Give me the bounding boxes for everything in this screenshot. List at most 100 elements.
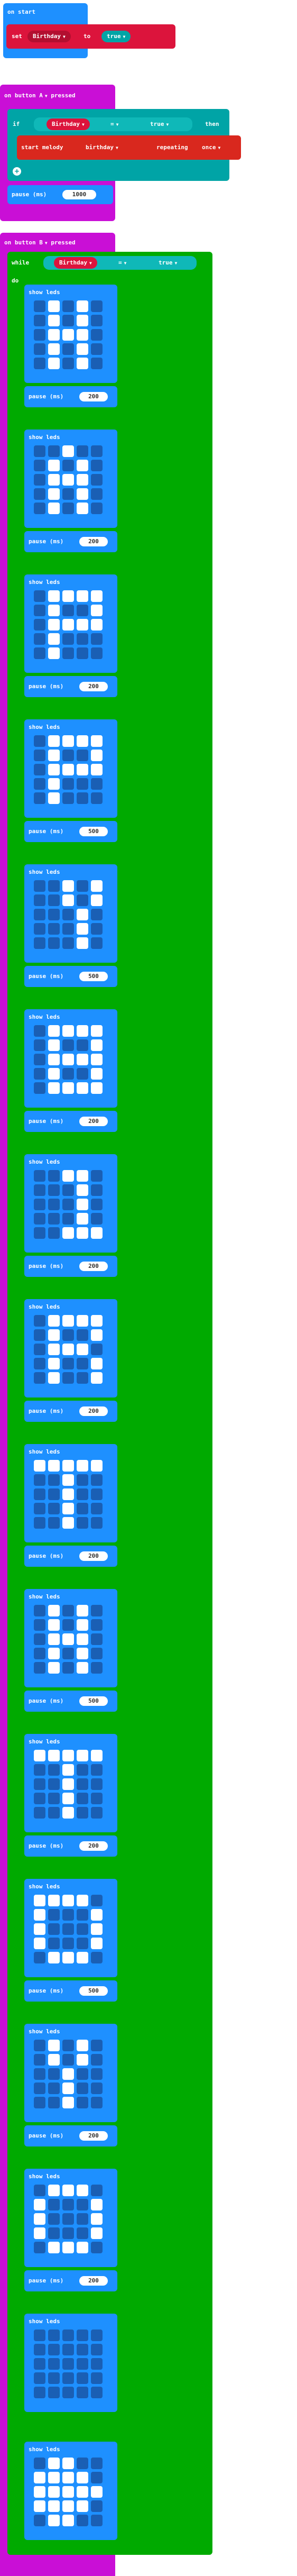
- led-0-1[interactable]: [48, 1025, 60, 1037]
- led-2-0[interactable]: [34, 2358, 45, 2370]
- variable-dropdown[interactable]: Birthday ▼: [47, 118, 90, 130]
- led-2-2[interactable]: [62, 1778, 74, 1790]
- led-1-3[interactable]: [77, 750, 88, 761]
- led-0-3[interactable]: [77, 880, 88, 892]
- variable-dropdown[interactable]: Birthday ▼: [54, 257, 97, 269]
- led-3-3[interactable]: [77, 1648, 88, 1659]
- led-1-1[interactable]: [48, 1474, 60, 1486]
- led-1-4[interactable]: [91, 1764, 103, 1776]
- led-2-0[interactable]: [34, 1923, 45, 1935]
- led-4-3[interactable]: [77, 1227, 88, 1239]
- led-2-3[interactable]: [77, 2486, 88, 2498]
- led-0-0[interactable]: [34, 1895, 45, 1906]
- led-0-3[interactable]: [77, 1025, 88, 1037]
- led-2-4[interactable]: [91, 2486, 103, 2498]
- true-dropdown[interactable]: true ▼: [159, 259, 177, 267]
- led-2-3[interactable]: [77, 1199, 88, 1210]
- led-0-1[interactable]: [48, 2458, 60, 2469]
- led-4-3[interactable]: [77, 1372, 88, 1384]
- led-0-4[interactable]: [91, 880, 103, 892]
- led-0-4[interactable]: [91, 2458, 103, 2469]
- led-2-3[interactable]: [77, 1054, 88, 1065]
- led-1-0[interactable]: [34, 2054, 45, 2066]
- led-4-1[interactable]: [48, 1372, 60, 1384]
- led-3-3[interactable]: [77, 2082, 88, 2094]
- led-1-3[interactable]: [77, 1909, 88, 1921]
- led-2-4[interactable]: [91, 2068, 103, 2080]
- led-4-3[interactable]: [77, 1082, 88, 1094]
- led-3-2[interactable]: [62, 1648, 74, 1659]
- led-0-4[interactable]: [91, 2040, 103, 2051]
- led-1-4[interactable]: [91, 1619, 103, 1631]
- true-dropdown[interactable]: true ▼: [150, 121, 169, 129]
- led-0-1[interactable]: [48, 1750, 60, 1761]
- led-1-0[interactable]: [34, 1909, 45, 1921]
- pause-block[interactable]: pause (ms) 200: [24, 2125, 117, 2146]
- led-4-2[interactable]: [62, 2515, 74, 2526]
- led-4-2[interactable]: [62, 2242, 74, 2253]
- led-4-4[interactable]: [91, 2242, 103, 2253]
- led-4-1[interactable]: [48, 2097, 60, 2108]
- led-0-2[interactable]: [62, 300, 74, 312]
- led-3-0[interactable]: [34, 1068, 45, 1080]
- led-3-0[interactable]: [34, 1793, 45, 1804]
- show-leds-block[interactable]: show leds: [24, 1299, 117, 1397]
- led-0-0[interactable]: [34, 735, 45, 747]
- start-melody-block[interactable]: start melody birthday ▼ repeating once ▼: [17, 135, 241, 160]
- led-3-1[interactable]: [48, 2227, 60, 2239]
- led-1-0[interactable]: [34, 2472, 45, 2483]
- led-4-0[interactable]: [34, 2515, 45, 2526]
- led-3-2[interactable]: [62, 2227, 74, 2239]
- led-4-3[interactable]: [77, 2242, 88, 2253]
- led-1-2[interactable]: [62, 2344, 74, 2355]
- led-2-0[interactable]: [34, 1054, 45, 1065]
- led-2-1[interactable]: [48, 1344, 60, 1355]
- led-2-4[interactable]: [91, 1633, 103, 1645]
- led-1-2[interactable]: [62, 460, 74, 471]
- led-3-1[interactable]: [48, 2372, 60, 2384]
- led-2-2[interactable]: [62, 1344, 74, 1355]
- led-0-0[interactable]: [34, 2185, 45, 2196]
- led-3-0[interactable]: [34, 1938, 45, 1949]
- led-0-3[interactable]: [77, 1895, 88, 1906]
- led-0-0[interactable]: [34, 300, 45, 312]
- led-3-1[interactable]: [48, 923, 60, 935]
- led-4-0[interactable]: [34, 647, 45, 659]
- led-2-1[interactable]: [48, 329, 60, 341]
- pause-block[interactable]: pause (ms) 200: [24, 1111, 117, 1132]
- led-0-2[interactable]: [62, 1460, 74, 1472]
- operator-dropdown[interactable]: = ▼: [110, 121, 118, 129]
- pause-input[interactable]: 1000: [62, 190, 96, 199]
- repeat-dropdown[interactable]: once ▼: [202, 144, 220, 152]
- led-4-2[interactable]: [62, 1082, 74, 1094]
- led-4-2[interactable]: [62, 358, 74, 369]
- led-4-4[interactable]: [91, 1807, 103, 1819]
- true-dropdown[interactable]: true ▼: [101, 31, 131, 42]
- led-2-2[interactable]: [62, 1054, 74, 1065]
- led-2-3[interactable]: [77, 1633, 88, 1645]
- led-0-2[interactable]: [62, 2185, 74, 2196]
- led-2-3[interactable]: [77, 1778, 88, 1790]
- led-0-4[interactable]: [91, 2330, 103, 2341]
- led-4-3[interactable]: [77, 1517, 88, 1529]
- led-1-2[interactable]: [62, 1909, 74, 1921]
- led-3-0[interactable]: [34, 2372, 45, 2384]
- pause-input[interactable]: 200: [79, 682, 108, 691]
- led-0-3[interactable]: [77, 2185, 88, 2196]
- led-2-2[interactable]: [62, 619, 74, 631]
- led-3-4[interactable]: [91, 2082, 103, 2094]
- show-leds-block[interactable]: show leds: [24, 1589, 117, 1687]
- led-4-4[interactable]: [91, 1227, 103, 1239]
- led-2-3[interactable]: [77, 474, 88, 486]
- led-1-4[interactable]: [91, 460, 103, 471]
- led-0-0[interactable]: [34, 1170, 45, 1182]
- led-2-3[interactable]: [77, 2068, 88, 2080]
- led-1-3[interactable]: [77, 1474, 88, 1486]
- led-2-4[interactable]: [91, 1923, 103, 1935]
- led-4-4[interactable]: [91, 503, 103, 514]
- show-leds-block[interactable]: show leds: [24, 430, 117, 528]
- led-1-1[interactable]: [48, 1909, 60, 1921]
- led-3-2[interactable]: [62, 2082, 74, 2094]
- led-0-1[interactable]: [48, 2185, 60, 2196]
- led-4-0[interactable]: [34, 1082, 45, 1094]
